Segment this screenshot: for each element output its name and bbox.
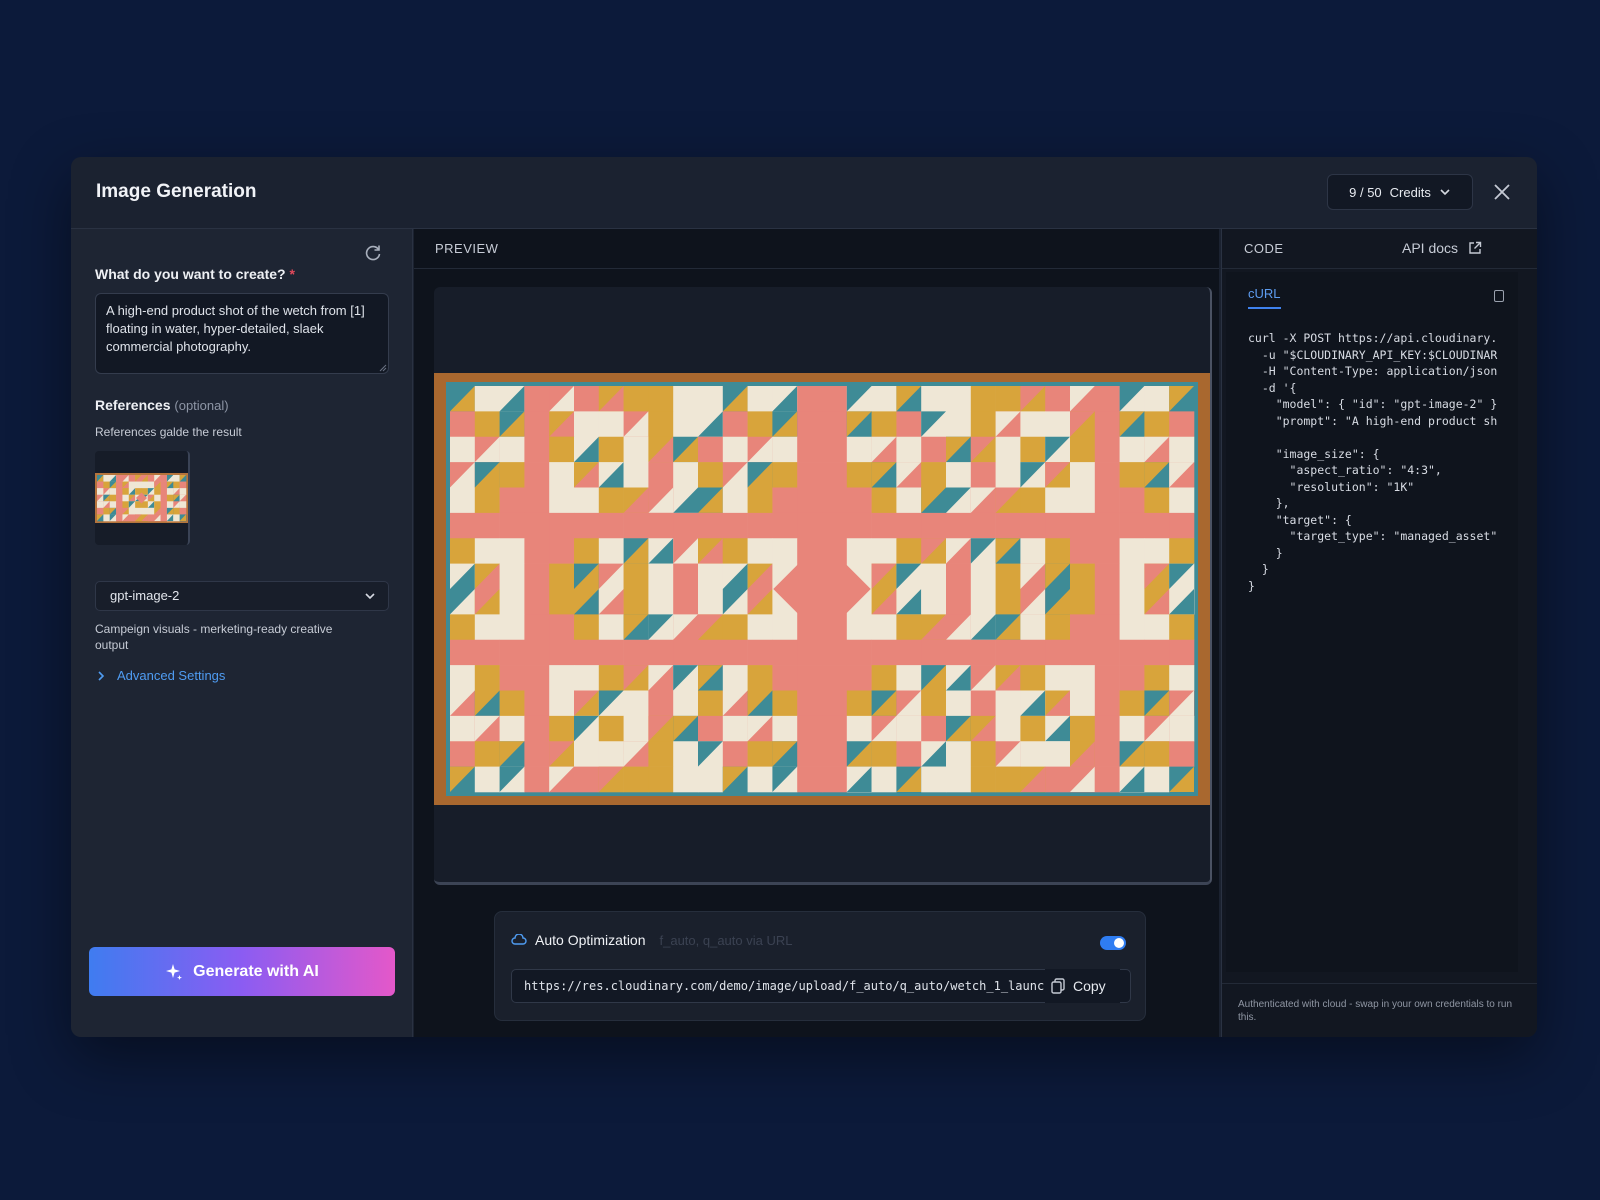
- code-line: -d '{: [1248, 380, 1297, 395]
- generate-label: Generate with AI: [193, 962, 319, 980]
- chevron-down-icon: [365, 593, 375, 600]
- references-subtitle: References galde the result: [95, 425, 242, 439]
- model-value: gpt-image-2: [110, 588, 180, 603]
- external-link-icon: [1469, 241, 1482, 254]
- sparkle-icon: [166, 963, 183, 980]
- prompt-panel: What do you want to create? * References…: [71, 229, 413, 1037]
- modal-title: Image Generation: [96, 181, 257, 202]
- code-line: },: [1248, 496, 1290, 510]
- code-line: "model": { "id": "gpt-image-2" }: [1248, 397, 1498, 411]
- prompt-input[interactable]: [95, 293, 389, 374]
- model-description: Campeign visuals - merketing-ready creat…: [95, 622, 333, 652]
- code-snippet: curl -X POST https://api.cloudinary. -u …: [1248, 330, 1516, 594]
- code-line: -H "Content-Type: application/json: [1248, 364, 1498, 378]
- credits-count: 9 / 50: [1349, 184, 1382, 200]
- copy-icon: [1051, 978, 1065, 994]
- code-line: "target": {: [1248, 512, 1352, 527]
- advanced-settings-toggle[interactable]: Advanced Settings: [97, 668, 225, 683]
- auto-optimization-title: Auto Optimization: [535, 932, 646, 948]
- credits-dropdown[interactable]: 9 / 50 Credits: [1327, 174, 1473, 210]
- copy-label: Copy: [1073, 978, 1106, 994]
- code-line: }: [1248, 545, 1283, 560]
- code-label: CODE: [1244, 241, 1284, 256]
- copy-code-icon[interactable]: [1494, 290, 1504, 302]
- api-docs-label: API docs: [1402, 240, 1459, 256]
- code-body: cURL curl -X POST https://api.cloudinary…: [1226, 272, 1518, 972]
- code-line: -u "$CLOUDINARY_API_KEY:$CLOUDINAR: [1248, 347, 1498, 362]
- chevron-down-icon: [1440, 189, 1450, 196]
- preview-canvas: [434, 287, 1212, 885]
- refresh-icon[interactable]: [363, 243, 383, 263]
- advanced-settings-label: Advanced Settings: [117, 668, 226, 683]
- modal-header: Image Generation 9 / 50 Credits: [71, 157, 1537, 229]
- reference-quilt-image: [95, 473, 188, 523]
- generated-image[interactable]: [434, 373, 1210, 805]
- auto-optimization-toggle[interactable]: [1100, 936, 1126, 950]
- code-panel: CODE API docs cURL curl -X POST https://…: [1221, 229, 1537, 1037]
- auto-optimization-hint: f_auto, q_auto via URL: [659, 932, 793, 948]
- references-title: References (optional): [95, 397, 229, 413]
- optimized-url: https://res.cloudinary.com/demo/image/up…: [524, 979, 1052, 993]
- copy-url-button[interactable]: Copy: [1045, 969, 1120, 1003]
- code-line: "image_size": {: [1248, 446, 1380, 461]
- image-generation-modal: Image Generation 9 / 50 Credits What do …: [71, 157, 1537, 1037]
- credits-label: Credits: [1389, 184, 1431, 200]
- resize-handle-icon[interactable]: [379, 364, 387, 372]
- code-line: curl -X POST https://api.cloudinary.: [1248, 331, 1498, 345]
- auto-optimization-header: Auto Optimization f_auto, q_auto via URL: [511, 932, 792, 948]
- quilt-image: [434, 373, 1210, 805]
- auto-optimization-card: Auto Optimization f_auto, q_auto via URL…: [494, 911, 1146, 1021]
- reference-thumbnail[interactable]: [95, 451, 190, 545]
- preview-label: PREVIEW: [414, 229, 1219, 269]
- references-optional: (optional): [174, 398, 229, 413]
- auth-note: Authenticated with cloud - swap in your …: [1222, 983, 1537, 1037]
- generate-button[interactable]: Generate with AI: [89, 947, 395, 996]
- close-icon: [1494, 184, 1510, 200]
- code-line: }: [1248, 578, 1255, 593]
- close-button[interactable]: [1489, 179, 1515, 205]
- prompt-label: What do you want to create? *: [95, 266, 295, 282]
- cloud-icon: [511, 934, 527, 945]
- code-line: "prompt": "A high-end product sh: [1248, 413, 1498, 428]
- code-line: }: [1248, 562, 1269, 576]
- code-header: CODE API docs: [1222, 229, 1537, 269]
- code-line: "aspect_ratio": "4:3",: [1248, 463, 1442, 477]
- tab-curl[interactable]: cURL: [1248, 286, 1281, 309]
- code-line: "target_type": "managed_asset": [1248, 529, 1498, 543]
- optimized-url-field[interactable]: https://res.cloudinary.com/demo/image/up…: [511, 969, 1131, 1003]
- model-select[interactable]: gpt-image-2: [95, 581, 389, 611]
- preview-panel: PREVIEW Auto Optimization f_auto, q_auto…: [414, 229, 1219, 1037]
- api-docs-link[interactable]: API docs: [1402, 240, 1482, 256]
- required-mark: *: [289, 266, 295, 282]
- chevron-right-icon: [98, 670, 105, 681]
- code-line: "resolution": "1K": [1248, 479, 1415, 494]
